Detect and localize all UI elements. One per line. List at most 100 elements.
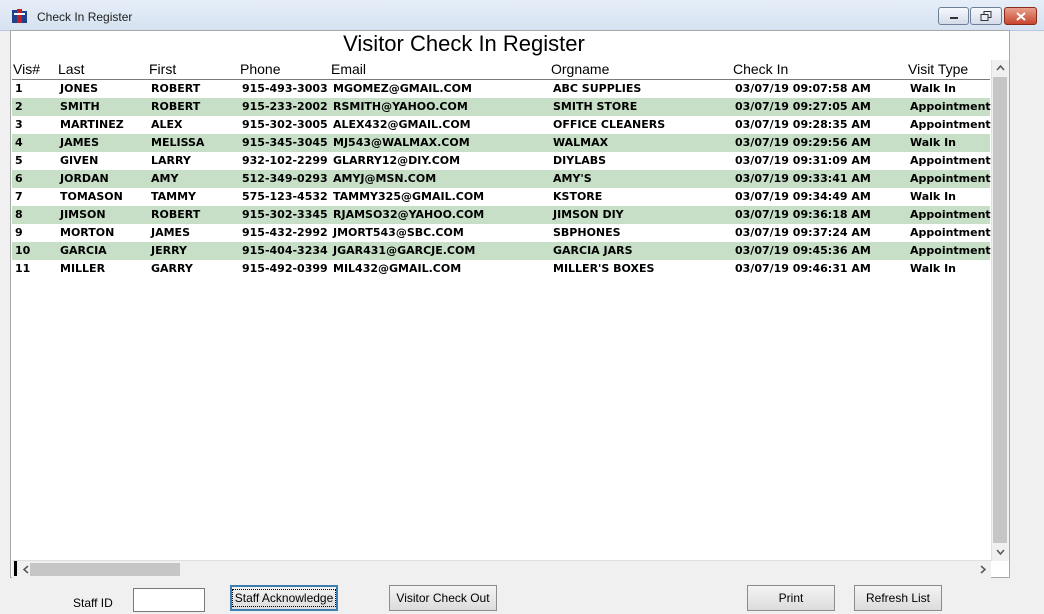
cell-phone: 915-302-3005	[242, 118, 328, 131]
minimize-button[interactable]	[938, 7, 969, 25]
staff-id-input[interactable]	[133, 588, 205, 612]
vertical-scrollbar[interactable]	[991, 60, 1009, 561]
cell-email: TAMMY325@GMAIL.COM	[333, 190, 485, 203]
cell-visnum: 4	[15, 136, 23, 149]
column-header-checkin[interactable]: Check In	[733, 61, 788, 77]
column-header-visnum[interactable]: Vis#	[13, 61, 40, 77]
column-header-first[interactable]: First	[149, 61, 176, 77]
cell-first: ROBERT	[151, 208, 201, 221]
cell-phone: 512-349-0293	[242, 172, 328, 185]
staff-acknowledge-button[interactable]: Staff Acknowledge	[230, 585, 338, 611]
cell-checkin: 03/07/19 09:27:05 AM	[735, 100, 871, 113]
cell-email: ALEX432@GMAIL.COM	[333, 118, 471, 131]
cell-visnum: 9	[15, 226, 23, 239]
cell-orgname: AMY'S	[553, 172, 592, 185]
table-row[interactable]: 4 JAMES MELISSA 915-345-3045 MJ543@WALMA…	[12, 134, 990, 152]
cell-checkin: 03/07/19 09:28:35 AM	[735, 118, 871, 131]
cell-visittype: Appointment	[910, 244, 991, 257]
table-row[interactable]: 3 MARTINEZ ALEX 915-302-3005 ALEX432@GMA…	[12, 116, 991, 134]
table-row[interactable]: 6 JORDAN AMY 512-349-0293 AMYJ@MSN.COM A…	[12, 170, 991, 188]
print-button[interactable]: Print	[747, 585, 835, 611]
cell-visnum: 1	[15, 82, 23, 95]
cell-last: SMITH	[60, 100, 100, 113]
cell-visnum: 7	[15, 190, 23, 203]
horizontal-scrollbar[interactable]	[12, 560, 991, 578]
table-row[interactable]: 7 TOMASON TAMMY 575-123-4532 TAMMY325@GM…	[12, 188, 990, 206]
cell-email: AMYJ@MSN.COM	[333, 172, 437, 185]
close-icon	[1015, 11, 1026, 21]
cell-last: MARTINEZ	[60, 118, 124, 131]
cell-last: GARCIA	[60, 244, 107, 257]
table-row[interactable]: 9 MORTON JAMES 915-432-2992 JMORT543@SBC…	[12, 224, 991, 242]
cell-phone: 915-404-3234	[242, 244, 328, 257]
table-row[interactable]: 2 SMITH ROBERT 915-233-2002 RSMITH@YAHOO…	[12, 98, 991, 116]
cell-visittype: Appointment	[910, 100, 991, 113]
column-header-email[interactable]: Email	[331, 61, 366, 77]
table-row[interactable]: 5 GIVEN LARRY 932-102-2299 GLARRY12@DIY.…	[12, 152, 991, 170]
cell-visnum: 2	[15, 100, 23, 113]
cell-visittype: Appointment	[910, 154, 991, 167]
cell-email: MIL432@GMAIL.COM	[333, 262, 462, 275]
minimize-icon	[949, 17, 958, 19]
table-row[interactable]: 10 GARCIA JERRY 915-404-3234 JGAR431@GAR…	[12, 242, 991, 260]
table-header: Vis# Last First Phone Email Orgname Chec…	[12, 60, 990, 80]
cell-first: GARRY	[151, 262, 193, 275]
column-header-last[interactable]: Last	[58, 61, 84, 77]
cell-last: JAMES	[60, 136, 99, 149]
visitor-check-out-button[interactable]: Visitor Check Out	[389, 585, 497, 611]
refresh-list-button[interactable]: Refresh List	[854, 585, 942, 611]
table-row[interactable]: 11 MILLER GARRY 915-492-0399 MIL432@GMAI…	[12, 260, 990, 278]
restore-icon	[980, 11, 992, 21]
cell-phone: 932-102-2299	[242, 154, 328, 167]
vertical-scroll-thumb[interactable]	[993, 77, 1007, 543]
cell-visnum: 8	[15, 208, 23, 221]
cell-orgname: GARCIA JARS	[553, 244, 633, 257]
cell-orgname: SMITH STORE	[553, 100, 638, 113]
scroll-up-button[interactable]	[992, 60, 1009, 76]
cell-email: RJAMSO32@YAHOO.COM	[333, 208, 485, 221]
cell-last: JORDAN	[60, 172, 109, 185]
cell-phone: 915-493-3003	[242, 82, 328, 95]
cell-last: JIMSON	[60, 208, 106, 221]
cell-first: JERRY	[151, 244, 187, 257]
horizontal-scroll-thumb[interactable]	[30, 563, 180, 576]
cell-last: JONES	[60, 82, 99, 95]
cell-email: JMORT543@SBC.COM	[333, 226, 464, 239]
cell-first: AMY	[151, 172, 179, 185]
cell-email: JGAR431@GARCJE.COM	[333, 244, 476, 257]
restore-button[interactable]	[970, 7, 1002, 25]
close-button[interactable]	[1004, 7, 1037, 25]
cell-visittype: Walk In	[910, 82, 957, 95]
cell-checkin: 03/07/19 09:29:56 AM	[735, 136, 871, 149]
cell-last: MORTON	[60, 226, 115, 239]
cell-email: RSMITH@YAHOO.COM	[333, 100, 468, 113]
cell-first: ALEX	[151, 118, 183, 131]
cell-orgname: KSTORE	[553, 190, 603, 203]
cell-email: MJ543@WALMAX.COM	[333, 136, 470, 149]
cell-orgname: ABC SUPPLIES	[553, 82, 642, 95]
cell-orgname: SBPHONES	[553, 226, 621, 239]
column-header-visittype[interactable]: Visit Type	[908, 61, 968, 77]
cell-first: ROBERT	[151, 100, 201, 113]
cell-phone: 915-492-0399	[242, 262, 328, 275]
cell-last: GIVEN	[60, 154, 99, 167]
staff-id-label: Staff ID	[73, 596, 113, 610]
cell-visittype: Walk In	[910, 136, 957, 149]
column-header-phone[interactable]: Phone	[240, 61, 280, 77]
table-row[interactable]: 1 JONES ROBERT 915-493-3003 MGOMEZ@GMAIL…	[12, 80, 990, 98]
cell-phone: 915-302-3345	[242, 208, 328, 221]
scroll-down-button[interactable]	[992, 544, 1009, 560]
cell-orgname: JIMSON DIY	[553, 208, 624, 221]
table-row[interactable]: 8 JIMSON ROBERT 915-302-3345 RJAMSO32@YA…	[12, 206, 991, 224]
cell-visnum: 3	[15, 118, 23, 131]
cell-first: ROBERT	[151, 82, 201, 95]
app-icon	[11, 8, 29, 24]
cell-phone: 915-233-2002	[242, 100, 328, 113]
column-header-orgname[interactable]: Orgname	[551, 61, 609, 77]
cell-visnum: 6	[15, 172, 23, 185]
cell-visittype: Appointment	[910, 208, 991, 221]
page-title: Visitor Check In Register	[343, 31, 585, 56]
scroll-right-button[interactable]	[975, 561, 991, 578]
cell-orgname: MILLER'S BOXES	[553, 262, 655, 275]
cell-checkin: 03/07/19 09:36:18 AM	[735, 208, 871, 221]
